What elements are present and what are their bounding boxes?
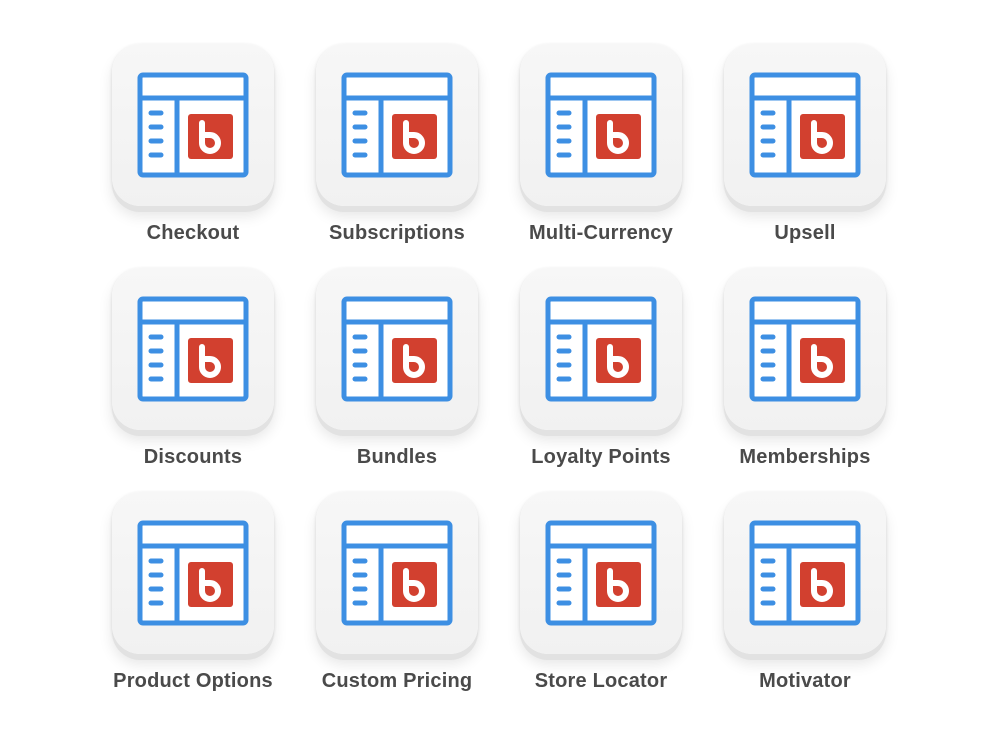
bold-app-window-icon [749,296,861,402]
app-icon-card[interactable] [316,268,478,430]
app-tile-bundles[interactable]: Bundles [301,268,481,478]
app-label: Checkout [146,222,240,244]
app-icon-card[interactable] [520,44,682,206]
bold-app-window-icon [545,72,657,178]
app-icon-card[interactable] [724,268,886,430]
bold-app-window-icon [749,520,861,626]
app-icon-card[interactable] [112,44,274,206]
bold-app-window-icon [749,72,861,178]
app-label: Discounts [143,446,243,468]
app-label: Multi-Currency [529,222,673,244]
app-icon-card[interactable] [316,44,478,206]
app-tile-custom-pricing[interactable]: Custom Pricing [301,492,481,702]
bold-app-window-icon [545,296,657,402]
app-tile-motivator[interactable]: Motivator [709,492,889,702]
app-label: Upsell [774,222,836,244]
app-tile-product-options[interactable]: Product Options [97,492,277,702]
app-tile-checkout[interactable]: Checkout [97,44,277,254]
app-tile-upsell[interactable]: Upsell [709,44,889,254]
app-icon-grid: Checkout Subscriptions Multi-Currency Up… [0,0,1000,754]
app-icon-card[interactable] [112,268,274,430]
app-tile-memberships[interactable]: Memberships [709,268,889,478]
bold-app-window-icon [137,72,249,178]
app-icon-card[interactable] [316,492,478,654]
app-label: Memberships [739,446,871,468]
app-label: Motivator [759,670,851,692]
app-icon-card[interactable] [112,492,274,654]
bold-app-window-icon [545,520,657,626]
app-icon-card[interactable] [520,268,682,430]
app-tile-subscriptions[interactable]: Subscriptions [301,44,481,254]
app-label: Product Options [113,670,273,692]
app-icon-card[interactable] [520,492,682,654]
bold-app-window-icon [137,520,249,626]
app-icon-card[interactable] [724,44,886,206]
app-tile-loyalty-points[interactable]: Loyalty Points [505,268,685,478]
app-label: Loyalty Points [531,446,671,468]
bold-app-window-icon [341,72,453,178]
app-tile-store-locator[interactable]: Store Locator [505,492,685,702]
app-tile-discounts[interactable]: Discounts [97,268,277,478]
bold-app-window-icon [137,296,249,402]
bold-app-window-icon [341,296,453,402]
app-label: Store Locator [534,670,668,692]
app-icon-card[interactable] [724,492,886,654]
app-label: Subscriptions [329,222,465,244]
app-tile-multi-currency[interactable]: Multi-Currency [505,44,685,254]
bold-app-window-icon [341,520,453,626]
app-label: Bundles [356,446,438,468]
app-label: Custom Pricing [321,670,473,692]
